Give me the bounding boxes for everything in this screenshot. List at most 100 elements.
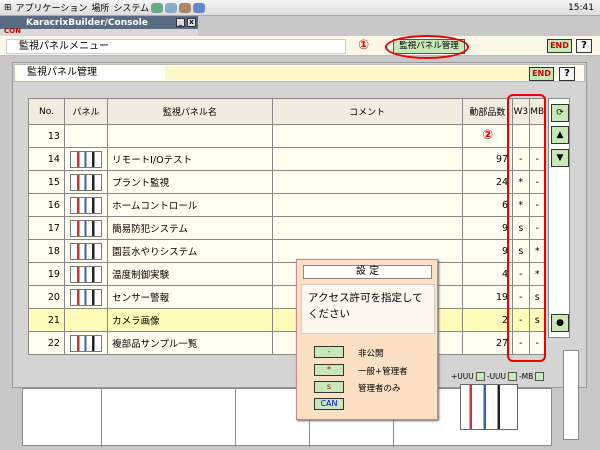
w3-plus-button[interactable] [475,371,485,381]
table-row[interactable]: 19 温度制御実験 4- * [28,262,547,286]
table-row[interactable]: 13 [28,124,547,148]
row-no: 18 [28,239,65,263]
row-name: カメラ画像 [107,308,273,332]
annotation-1: ① [358,38,370,53]
panel-title: 監視パネル管理 [17,66,165,80]
window-titlebar[interactable]: KaracrixBuilder/Console _ x [0,16,198,29]
row-panel-thumb [63,170,109,194]
panel-thumbnail [70,334,103,352]
panel-table: No. パネル 監視パネル名 コメント 動部品数 W3 MB 13 14 リモートI… [28,98,547,355]
terminal-icon[interactable] [193,2,206,13]
apps-icon[interactable]: ⊞ [4,3,12,13]
table-header-row: No. パネル 監視パネル名 コメント 動部品数 W3 MB [28,98,547,125]
end-button[interactable]: END [547,39,572,53]
col-count: 動部品数 [461,98,514,125]
mb-minus-button[interactable] [535,371,545,381]
table-row[interactable]: 18 園芸水やりシステム 9 s * [28,239,547,263]
general-admin-option-label: 一般+管理者 [358,367,408,377]
menu-system[interactable]: システム [113,1,149,14]
row-name: 園芸水やりシステム [107,239,273,263]
row-count: 9 [461,239,514,263]
window-title: KaracrixBuilder/Console [26,17,148,28]
table-row[interactable]: 20 センサー警報 19- s [28,285,547,309]
menu-title: 監視パネルメニュー [6,39,346,54]
row-no: 17 [28,216,65,240]
annotation-2: ② [482,128,494,143]
browser-icon[interactable] [151,2,164,13]
clock: 15:41 [568,2,594,13]
row-panel-thumb [63,308,109,332]
row-count: 6 [461,193,514,217]
row-no: 19 [28,262,65,286]
menu-places[interactable]: 場所 [91,1,109,14]
table-row[interactable]: 21 カメラ画像 2- s [28,308,547,332]
table-row[interactable]: 22 複部品サンプル一覧 27- - [28,331,547,355]
row-name: ホームコントロール [107,193,273,217]
row-comment [271,170,463,194]
row-no: 13 [28,124,65,148]
admin-only-option-button[interactable]: s [314,381,344,393]
row-no: 21 [28,308,65,332]
row-comment [271,216,463,240]
down-arrow-icon[interactable]: ▼ [551,149,569,167]
private-option-label: 非公開 [358,349,384,359]
w3-plus-label: +UUU [451,371,474,381]
row-comment [271,124,463,148]
up-arrow-icon[interactable]: ▲ [551,126,569,144]
row-count: 27 [461,331,514,355]
row-count: 19 [461,285,514,309]
row-panel-thumb [63,285,109,309]
dot-icon[interactable]: ● [551,314,569,332]
row-panel-thumb [63,239,109,263]
row-no: 15 [28,170,65,194]
menu-applications[interactable]: アプリケーション [16,1,88,14]
row-comment [271,147,463,171]
dialog-title: 設 定 [303,265,432,279]
row-no: 14 [28,147,65,171]
row-name [107,124,273,148]
private-option-button[interactable]: - [314,346,344,358]
con-label: CON [4,27,21,35]
panel-thumbnail [70,265,103,283]
row-no: 22 [28,331,65,355]
row-comment [271,193,463,217]
menu-header: 監視パネルメニュー ① 監視パネル管理 END ? [0,36,600,56]
table-row[interactable]: 14 リモートI/Oテスト 97- - [28,147,547,171]
table-row[interactable]: 16 ホームコントロール 6 * - [28,193,547,217]
uuu-minus-button[interactable] [507,371,517,381]
minimize-icon[interactable]: _ [176,18,185,27]
row-panel-thumb [63,262,109,286]
panel-end-button[interactable]: END [529,67,554,81]
panel-help-button[interactable]: ? [559,67,575,81]
mail-icon[interactable] [165,2,178,13]
general-admin-option-button[interactable]: * [314,364,344,376]
row-name: 温度制御実験 [107,262,273,286]
admin-only-option-label: 管理者のみ [358,384,401,394]
panel-sidebar: ⟳ ▲ ▼ ● [548,98,570,338]
cancel-button[interactable]: CAN [314,398,344,410]
row-name: 複部品サンプル一覧 [107,331,273,355]
row-panel-thumb [63,193,109,217]
row-count: 9 [461,216,514,240]
row-count: 97 [461,147,514,171]
right-strip [563,350,579,440]
system-menubar: ⊞ アプリケーション 場所 システム 15:41 [0,0,600,16]
panel-thumbnail [70,173,103,191]
close-icon[interactable]: x [187,18,196,27]
launcher-icon[interactable] [179,2,192,13]
table-row[interactable]: 15 プラント監視 24 * - [28,170,547,194]
table-row[interactable]: 17 簡易防犯システム 9 s - [28,216,547,240]
refresh-icon[interactable]: ⟳ [551,104,569,122]
row-panel-thumb [63,147,109,171]
panel-thumbnail [70,219,103,237]
row-panel-thumb [63,124,109,148]
row-name: リモートI/Oテスト [107,147,273,171]
col-no: No. [28,98,65,125]
row-name: プラント監視 [107,170,273,194]
row-count: 4 [461,262,514,286]
highlight-rect [507,94,546,362]
panel-thumbnail [70,242,103,260]
row-panel-thumb [63,216,109,240]
help-button[interactable]: ? [576,39,592,53]
col-comment: コメント [271,98,463,125]
